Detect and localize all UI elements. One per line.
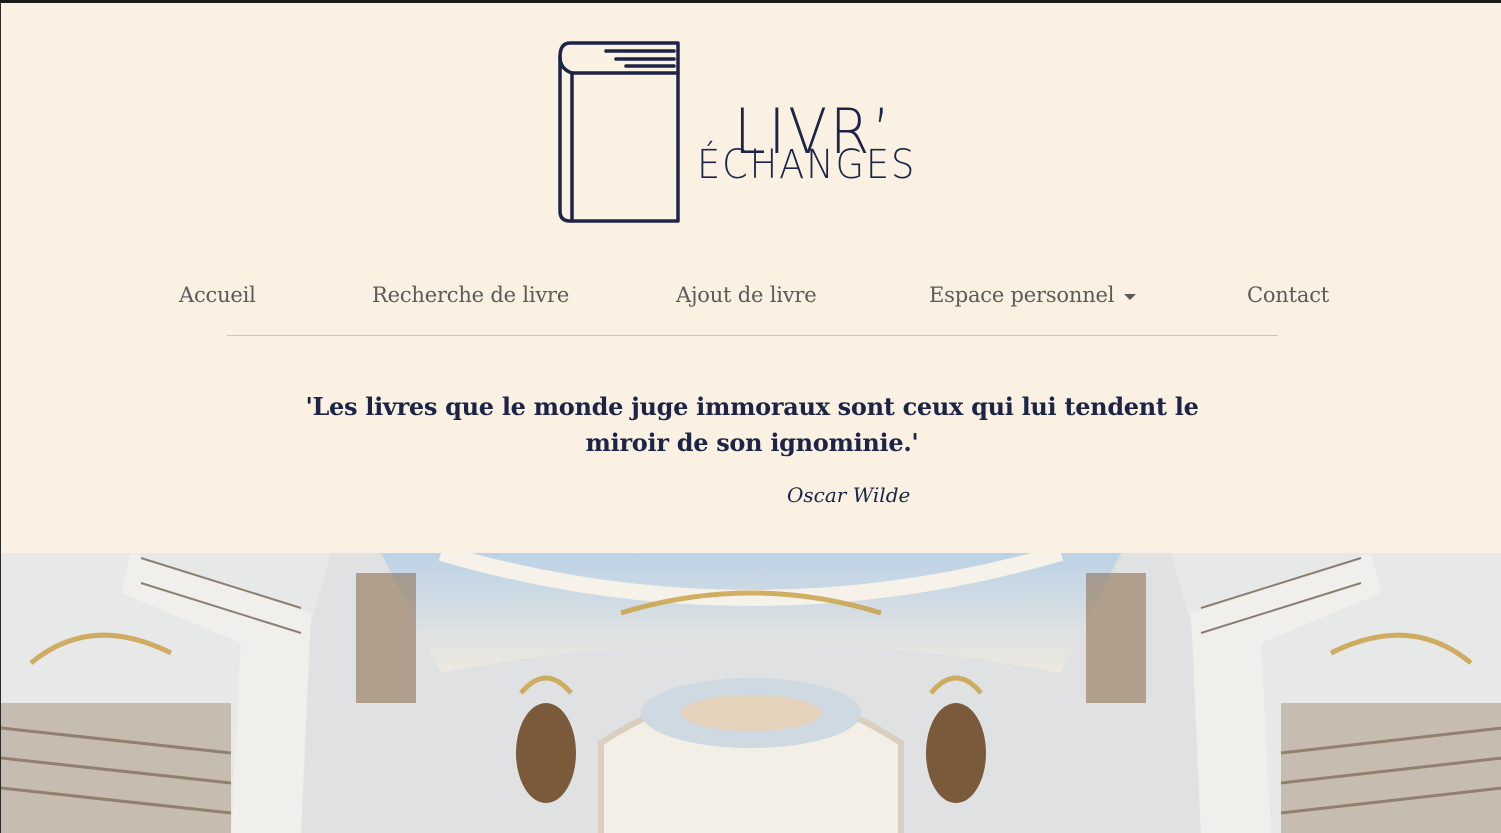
nav-recherche-de-livre[interactable]: Recherche de livre	[372, 283, 569, 307]
baroque-library-image	[1, 553, 1501, 833]
nav-espace-personnel-label: Espace personnel	[929, 283, 1115, 307]
book-icon	[558, 41, 680, 223]
caret-down-icon	[1124, 293, 1137, 300]
nav-espace-personnel[interactable]: Espace personnel	[929, 283, 1137, 307]
nav-accueil[interactable]: Accueil	[179, 283, 256, 307]
site-logo[interactable]: LIVR’ ÉCHANGES	[556, 39, 936, 229]
nav-contact[interactable]: Contact	[1247, 283, 1329, 307]
brand-name-line2: ÉCHANGES	[697, 142, 917, 188]
hero-library-image	[1, 553, 1501, 833]
nav-divider	[227, 335, 1278, 336]
quote-author: Oscar Wilde	[787, 483, 911, 507]
main-nav: Accueil Recherche de livre Ajout de livr…	[1, 283, 1501, 315]
quote-text: 'Les livres que le monde juge immoraux s…	[305, 392, 1199, 457]
nav-ajout-de-livre[interactable]: Ajout de livre	[676, 283, 817, 307]
